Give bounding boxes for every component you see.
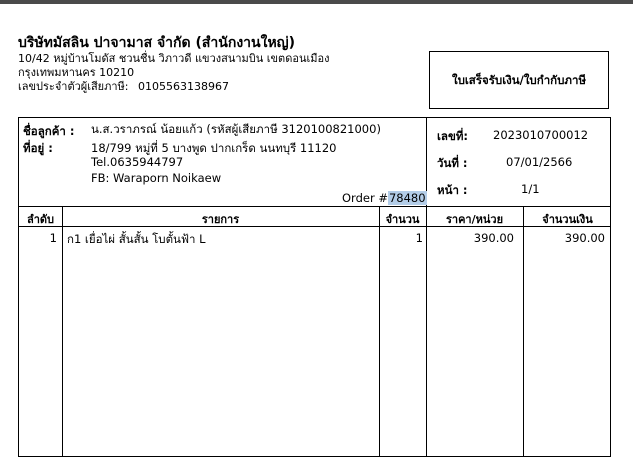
company-address-line1: 10/42 หมู่บ้านโมดัส ชวนชื่น วิภาวดี แขวง… xyxy=(18,52,330,65)
col-header-price: ราคา/หน่วย xyxy=(445,213,504,226)
invoice-frame: ชื่อลูกค้า : น.ส.วราภรณ์ น้อยแก้ว (รหัสผ… xyxy=(18,117,611,457)
document-title-box: ใบเสร็จรับเงิน/ใบกำกับภาษี xyxy=(429,51,609,109)
order-number: 78480 xyxy=(387,191,427,205)
customer-fb: FB: Waraporn Noikaew xyxy=(91,171,222,185)
company-tax-id: 0105563138967 xyxy=(138,80,229,93)
customer-name: น.ส.วราภรณ์ น้อยแก้ว (รหัสผู้เสียภาษี 31… xyxy=(91,122,381,136)
col-divider-seq xyxy=(62,206,63,456)
customer-name-label: ชื่อลูกค้า : xyxy=(23,124,75,138)
doc-number: 2023010700012 xyxy=(493,128,589,142)
company-tax-row: เลขประจำตัวผู้เสียภาษี: 0105563138967 xyxy=(18,80,229,94)
row-qty: 1 xyxy=(415,231,423,245)
row-seq: 1 xyxy=(49,231,57,245)
doc-date-label: วันที่ : xyxy=(437,156,468,170)
doc-date: 07/01/2566 xyxy=(506,155,573,169)
page-label: หน้า : xyxy=(437,183,468,197)
customer-tel: Tel.0635944797 xyxy=(91,155,184,169)
page-number: 1/1 xyxy=(521,182,540,196)
company-address-line2: กรุงเทพมหานคร 10210 xyxy=(18,66,135,79)
col-header-qty: จำนวน xyxy=(385,213,420,226)
row-amount: 390.00 xyxy=(564,231,605,245)
row-price: 390.00 xyxy=(473,231,514,245)
col-header-item: รายการ xyxy=(201,213,240,226)
col-header-seq: ลำดับ xyxy=(26,213,55,226)
customer-address-label: ที่อยู่ : xyxy=(23,141,53,155)
doc-number-label: เลขที่: xyxy=(437,129,469,143)
order-label: Order # xyxy=(342,191,388,205)
header-top-divider xyxy=(19,206,610,207)
top-edge-bar xyxy=(0,0,633,4)
company-tax-label: เลขประจำตัวผู้เสียภาษี: xyxy=(18,80,129,93)
order-reference: Order #78480 xyxy=(342,191,427,205)
row-item: ก1 เยื่อไผ่ สั้นสั้น โบตั้นฟ้า L xyxy=(67,232,206,246)
company-name: บริษัทมัสลิน ปาจามาส จำกัด (สำนักงานใหญ่… xyxy=(18,35,295,51)
document-title: ใบเสร็จรับเงิน/ใบกำกับภาษี xyxy=(451,73,587,87)
col-header-amount: จำนวนเงิน xyxy=(542,213,593,226)
